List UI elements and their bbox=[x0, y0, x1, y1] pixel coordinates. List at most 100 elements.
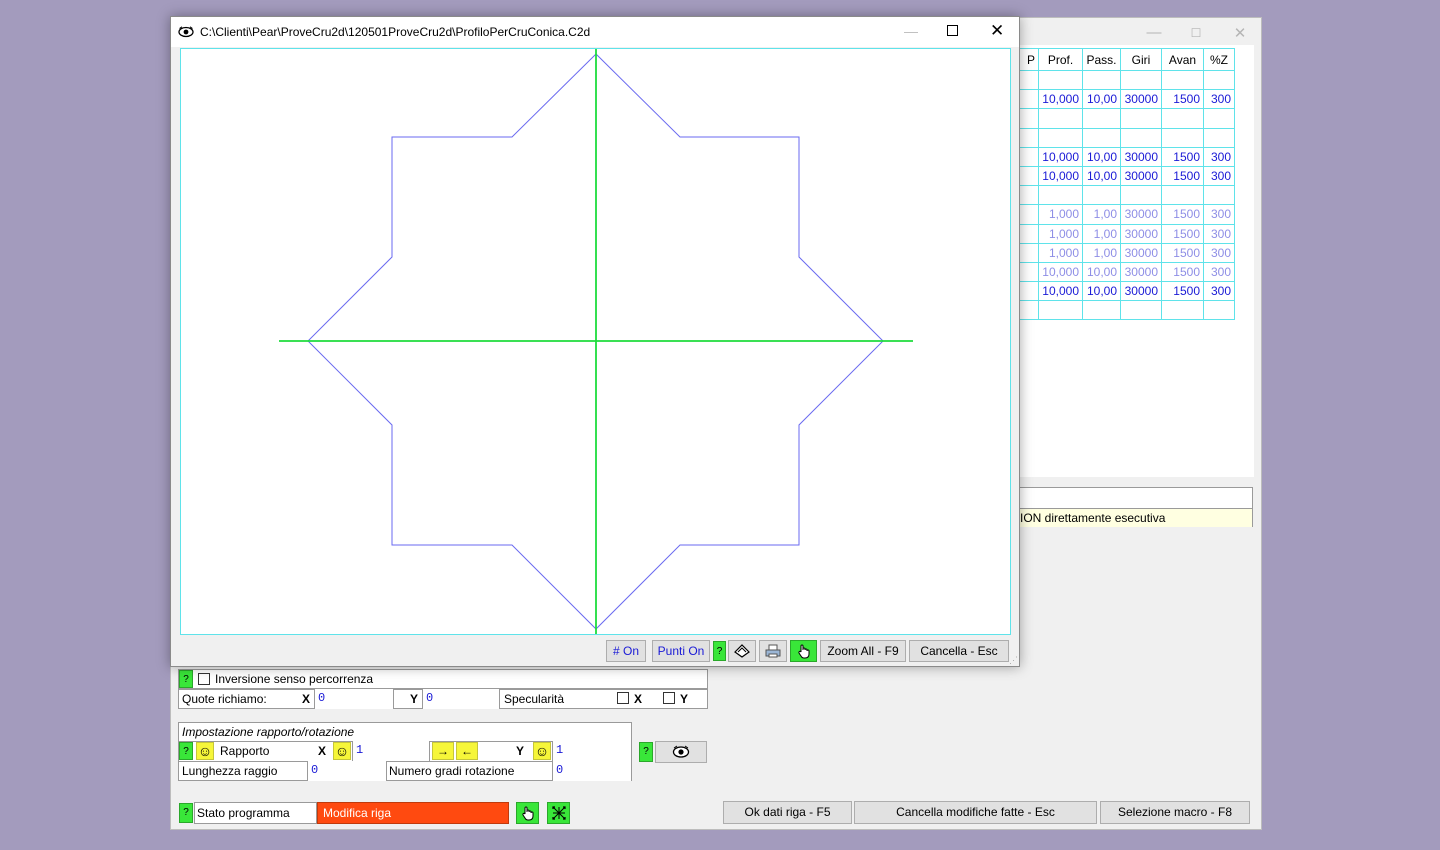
table-cell[interactable] bbox=[1038, 108, 1083, 129]
spec-y-checkbox[interactable] bbox=[663, 692, 675, 704]
table-cell[interactable] bbox=[1120, 300, 1162, 321]
table-cell[interactable] bbox=[1203, 108, 1235, 129]
table-cell[interactable]: 1,00 bbox=[1082, 223, 1121, 244]
grid-toggle-button[interactable]: # On bbox=[606, 640, 646, 662]
table-cell[interactable]: 30000 bbox=[1120, 223, 1162, 244]
table-row[interactable] bbox=[1018, 185, 1235, 206]
table-cell[interactable]: 1500 bbox=[1161, 204, 1204, 225]
quote-x-input[interactable]: 0 bbox=[314, 689, 394, 709]
table-row[interactable]: 10,000 10,00 30000 1500 300 bbox=[1018, 165, 1235, 187]
table-cell[interactable] bbox=[1120, 108, 1162, 129]
table-row[interactable]: 10,000 10,00 30000 1500 300 bbox=[1018, 146, 1235, 167]
table-cell[interactable]: 1,00 bbox=[1082, 204, 1121, 225]
column-header[interactable]: Avan bbox=[1161, 48, 1204, 71]
table-cell[interactable]: 30000 bbox=[1120, 261, 1162, 283]
steps-table[interactable]: P Prof. Pass. Giri Avan %Z 10,000 10,00 30000 150… bbox=[1018, 48, 1235, 321]
table-cell[interactable]: 10,00 bbox=[1082, 146, 1121, 167]
table-cell[interactable] bbox=[1038, 127, 1083, 148]
table-cell[interactable]: 1,000 bbox=[1038, 242, 1083, 263]
minimize-icon[interactable]: — bbox=[1144, 24, 1164, 41]
table-cell[interactable] bbox=[1018, 69, 1039, 91]
table-cell[interactable]: 1500 bbox=[1161, 146, 1204, 167]
table-cell[interactable]: 30000 bbox=[1120, 204, 1162, 225]
table-cell[interactable]: 30000 bbox=[1120, 242, 1162, 263]
table-cell[interactable] bbox=[1161, 300, 1204, 321]
table-cell[interactable] bbox=[1203, 300, 1235, 321]
profile-canvas[interactable] bbox=[180, 48, 1011, 635]
smile-icon[interactable]: ☺ bbox=[196, 742, 214, 760]
table-row[interactable]: 1,000 1,00 30000 1500 300 bbox=[1018, 204, 1235, 225]
table-row[interactable]: 10,000 10,00 30000 1500 300 bbox=[1018, 89, 1235, 110]
table-cell[interactable]: 1,00 bbox=[1082, 242, 1121, 263]
table-cell[interactable]: 10,00 bbox=[1082, 165, 1121, 187]
table-cell[interactable]: 1500 bbox=[1161, 223, 1204, 244]
table-cell[interactable]: 300 bbox=[1203, 242, 1235, 263]
raggio-input[interactable]: 0 bbox=[307, 761, 387, 781]
table-cell[interactable] bbox=[1018, 89, 1039, 110]
table-cell[interactable]: 1500 bbox=[1161, 261, 1204, 283]
table-cell[interactable] bbox=[1018, 300, 1039, 321]
column-header[interactable]: Pass. bbox=[1082, 48, 1121, 71]
table-cell[interactable] bbox=[1082, 69, 1121, 91]
help-button[interactable]: ? bbox=[179, 803, 193, 823]
table-row[interactable]: 10,000 10,00 30000 1500 300 bbox=[1018, 281, 1235, 302]
help-button[interactable]: ? bbox=[179, 670, 193, 688]
table-cell[interactable]: 1500 bbox=[1161, 165, 1204, 187]
table-cell[interactable] bbox=[1120, 69, 1162, 91]
table-row[interactable]: 1,000 1,00 30000 1500 300 bbox=[1018, 223, 1235, 244]
arrow-left-button[interactable]: ← bbox=[456, 742, 478, 760]
table-cell[interactable] bbox=[1018, 242, 1039, 263]
table-row[interactable]: 1,000 1,00 30000 1500 300 bbox=[1018, 242, 1235, 263]
table-cell[interactable]: 300 bbox=[1203, 165, 1235, 187]
resize-grip-icon[interactable]: ⋰ bbox=[1009, 655, 1018, 666]
table-cell[interactable]: 1,000 bbox=[1038, 223, 1083, 244]
selezione-macro-button[interactable]: Selezione macro - F8 bbox=[1100, 801, 1250, 824]
table-cell[interactable] bbox=[1018, 185, 1039, 206]
table-cell[interactable]: 1500 bbox=[1161, 89, 1204, 110]
table-cell[interactable]: 300 bbox=[1203, 204, 1235, 225]
arrow-right-button[interactable]: → bbox=[432, 742, 454, 760]
table-cell[interactable]: 10,00 bbox=[1082, 281, 1121, 302]
table-cell[interactable] bbox=[1161, 108, 1204, 129]
eraser-button[interactable] bbox=[728, 640, 756, 662]
table-cell[interactable] bbox=[1018, 108, 1039, 129]
print-button[interactable] bbox=[759, 640, 787, 662]
table-row[interactable] bbox=[1018, 108, 1235, 129]
maximize-icon[interactable]: ☐ bbox=[1186, 26, 1206, 40]
smile-icon[interactable]: ☺ bbox=[533, 742, 551, 760]
table-cell[interactable] bbox=[1082, 300, 1121, 321]
table-cell[interactable]: 10,000 bbox=[1038, 146, 1083, 167]
quote-y-input[interactable]: 0 bbox=[422, 689, 500, 709]
table-row[interactable]: 10,000 10,00 30000 1500 300 bbox=[1018, 261, 1235, 283]
hand-pointer-button[interactable] bbox=[516, 802, 539, 824]
table-cell[interactable] bbox=[1203, 69, 1235, 91]
inversione-checkbox[interactable] bbox=[198, 673, 210, 685]
cancella-modifiche-button[interactable]: Cancella modifiche fatte - Esc bbox=[854, 801, 1097, 824]
table-cell[interactable] bbox=[1038, 69, 1083, 91]
shrink-button[interactable] bbox=[547, 802, 570, 824]
zoom-all-button[interactable]: Zoom All - F9 bbox=[820, 640, 906, 662]
table-cell[interactable] bbox=[1038, 300, 1083, 321]
help-button[interactable]: ? bbox=[713, 641, 726, 661]
column-header[interactable]: %Z bbox=[1203, 48, 1235, 71]
table-cell[interactable]: 1500 bbox=[1161, 281, 1204, 302]
table-cell[interactable]: 1,000 bbox=[1038, 204, 1083, 225]
table-cell[interactable]: 1500 bbox=[1161, 242, 1204, 263]
table-cell[interactable]: 300 bbox=[1203, 261, 1235, 283]
table-cell[interactable] bbox=[1018, 261, 1039, 283]
table-cell[interactable] bbox=[1018, 127, 1039, 148]
table-cell[interactable] bbox=[1018, 165, 1039, 187]
table-cell[interactable]: 30000 bbox=[1120, 89, 1162, 110]
title-bar[interactable]: C:\Clienti\Pear\ProveCru2d\120501ProveCr… bbox=[171, 17, 1019, 47]
column-header[interactable]: Prof. bbox=[1038, 48, 1083, 71]
column-header[interactable]: Giri bbox=[1120, 48, 1162, 71]
table-cell[interactable] bbox=[1018, 146, 1039, 167]
close-icon[interactable]: ✕ bbox=[990, 21, 1004, 41]
table-cell[interactable]: 30000 bbox=[1120, 165, 1162, 187]
column-header[interactable]: P bbox=[1018, 48, 1039, 71]
points-toggle-button[interactable]: Punti On bbox=[652, 640, 710, 662]
spec-x-checkbox[interactable] bbox=[617, 692, 629, 704]
gradi-input[interactable]: 0 bbox=[552, 761, 632, 781]
table-cell[interactable] bbox=[1018, 223, 1039, 244]
table-cell[interactable]: 10,000 bbox=[1038, 89, 1083, 110]
